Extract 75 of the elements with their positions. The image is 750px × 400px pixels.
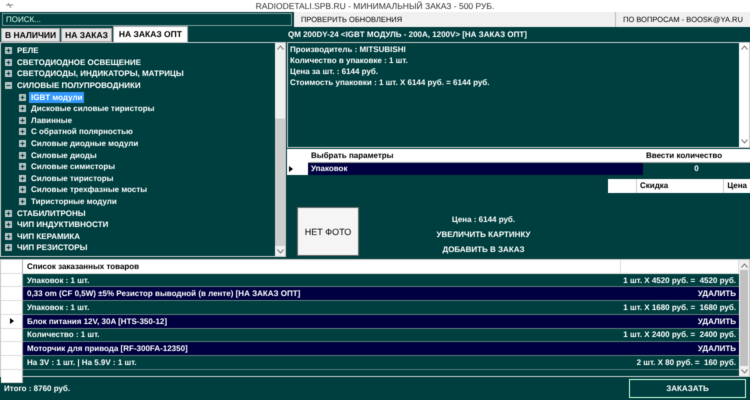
tree-item[interactable]: Дисковые силовые тиристоры — [29, 103, 156, 114]
expand-icon[interactable] — [19, 140, 26, 147]
tab[interactable]: НА ЗАКАЗ — [61, 28, 112, 42]
place-order-button[interactable]: ЗАКАЗАТЬ — [629, 379, 746, 398]
expand-icon[interactable] — [5, 47, 12, 54]
row-header — [1, 260, 23, 274]
order-item-name: Моторчик для привода [RF-300FA-12350] — [23, 342, 621, 356]
order-item-quantity: Количество : 1 шт. — [23, 328, 621, 342]
parameter-cell[interactable]: Упаковок — [308, 162, 643, 175]
order-item-name: 0,33 om (CF 0,5W) ±5% Резистор выводной (в ленте) [НА ЗАКАЗ ОПТ] — [23, 287, 621, 302]
row-header[interactable] — [1, 314, 23, 329]
column-header: Цена — [726, 180, 748, 192]
expand-icon[interactable] — [5, 58, 12, 66]
row-header[interactable] — [287, 162, 308, 175]
order-item-total: 1 шт. X 1680 руб. = 1680 руб. — [621, 301, 739, 315]
tree-item[interactable]: Силовые диодные модули — [29, 138, 140, 149]
enlarge-image-button[interactable]: УВЕЛИЧИТЬ КАРТИНКУ — [436, 230, 531, 240]
search-field[interactable]: ПОИСК... — [2, 12, 292, 26]
collapse-icon[interactable] — [5, 82, 12, 90]
expand-icon[interactable] — [5, 221, 12, 228]
tree-item[interactable]: СВЕТОДИОДЫ, ИНДИКАТОРЫ, МАТРИЦЫ — [15, 68, 186, 80]
order-item-name: Блок питания 12V, 30A [HTS-350-12] — [23, 314, 621, 329]
expand-icon[interactable] — [19, 198, 26, 205]
row-pointer-icon — [10, 318, 14, 324]
column-header: Скидка — [637, 178, 724, 193]
column-header: Ввести количество — [643, 148, 750, 163]
product-detail: Количество в упаковке : 1 шт. — [290, 56, 409, 67]
product-detail: Производитель : MITSUBISHI — [290, 44, 407, 56]
row-header — [1, 370, 23, 384]
column-header: Список заказанных товаров — [23, 260, 621, 274]
order-total: Итого : 8760 руб. — [4, 384, 70, 394]
window-title: RADIODETALI.SPB.RU - МИНИМАЛЬНЫЙ ЗАКАЗ - 500 РУБ. — [256, 0, 494, 11]
delete-link[interactable]: УДАЛИТЬ — [621, 342, 739, 356]
tree-item[interactable]: Тиристорные модули — [29, 196, 119, 207]
expand-icon[interactable] — [19, 186, 26, 194]
product-detail: Цена за шт. : 6144 руб. — [290, 66, 380, 78]
tree-item[interactable]: Лавинные — [29, 114, 74, 126]
expand-icon[interactable] — [19, 163, 26, 170]
tree-item[interactable]: Силовые симисторы — [29, 161, 118, 172]
tab[interactable]: В НАЛИЧИИ — [1, 28, 60, 42]
column-header: Выбрать параметры — [308, 148, 643, 163]
expand-icon[interactable] — [19, 174, 26, 182]
no-photo-panel: НЕТ ФОТО — [297, 207, 359, 256]
expand-icon[interactable] — [19, 116, 26, 124]
expand-icon[interactable] — [5, 70, 12, 78]
expand-icon[interactable] — [19, 105, 26, 112]
tree-item[interactable]: СИЛОВЫЕ ПОЛУПРОВОДНИКИ — [15, 80, 143, 92]
tree-item[interactable]: ЧИП РЕЗИСТОРЫ — [15, 242, 90, 254]
quantity-cell[interactable]: 0 — [643, 162, 750, 175]
expand-icon[interactable] — [5, 210, 12, 217]
product-detail: Стоимость упаковки : 1 шт. X 6144 руб. = 6144 руб. — [290, 78, 490, 89]
tree-item[interactable]: СТАБИЛИТРОНЫ — [15, 208, 88, 219]
expand-icon[interactable] — [5, 232, 12, 240]
expand-icon[interactable] — [19, 94, 26, 101]
expand-icon[interactable] — [19, 128, 26, 136]
tab[interactable]: НА ЗАКАЗ ОПТ — [112, 26, 188, 42]
add-to-order-button[interactable]: ДОБАВИТЬ В ЗАКАЗ — [442, 245, 524, 254]
expand-icon[interactable] — [19, 152, 26, 159]
row-pointer-icon — [289, 166, 293, 172]
tree-item[interactable]: ЧИП ИНДУКТИВНОСТИ — [15, 219, 110, 230]
tree-item[interactable]: Силовые диоды — [29, 150, 99, 161]
tree-item[interactable]: Силовые трехфазные мосты — [29, 184, 150, 196]
delete-link[interactable]: УДАЛИТЬ — [621, 287, 739, 302]
scrollbar-thumb[interactable] — [740, 270, 748, 366]
tree-item[interactable]: СВЕТОДИОДНОЕ ОСВЕЩЕНИЕ — [15, 56, 143, 68]
expand-icon[interactable] — [5, 244, 12, 252]
tree-item[interactable]: ЧИП КЕРАМИКА — [15, 230, 82, 242]
tree-item[interactable]: Силовые тиристоры — [29, 172, 116, 184]
tree-item[interactable]: С обратной полярностью — [29, 126, 135, 138]
tree-item[interactable]: РЕЛЕ — [15, 45, 41, 56]
product-title: QM 200DY-24 <IGBT МОДУЛЬ - 200A, 1200V> [НА ЗАКАЗ ОПТ] — [287, 28, 528, 41]
order-item-total: 1 шт. X 2400 руб. = 2400 руб. — [621, 328, 739, 342]
app-icon — [6, 3, 13, 8]
delete-link[interactable]: УДАЛИТЬ — [621, 314, 739, 329]
price-label: Цена : 6144 руб. — [452, 215, 516, 224]
